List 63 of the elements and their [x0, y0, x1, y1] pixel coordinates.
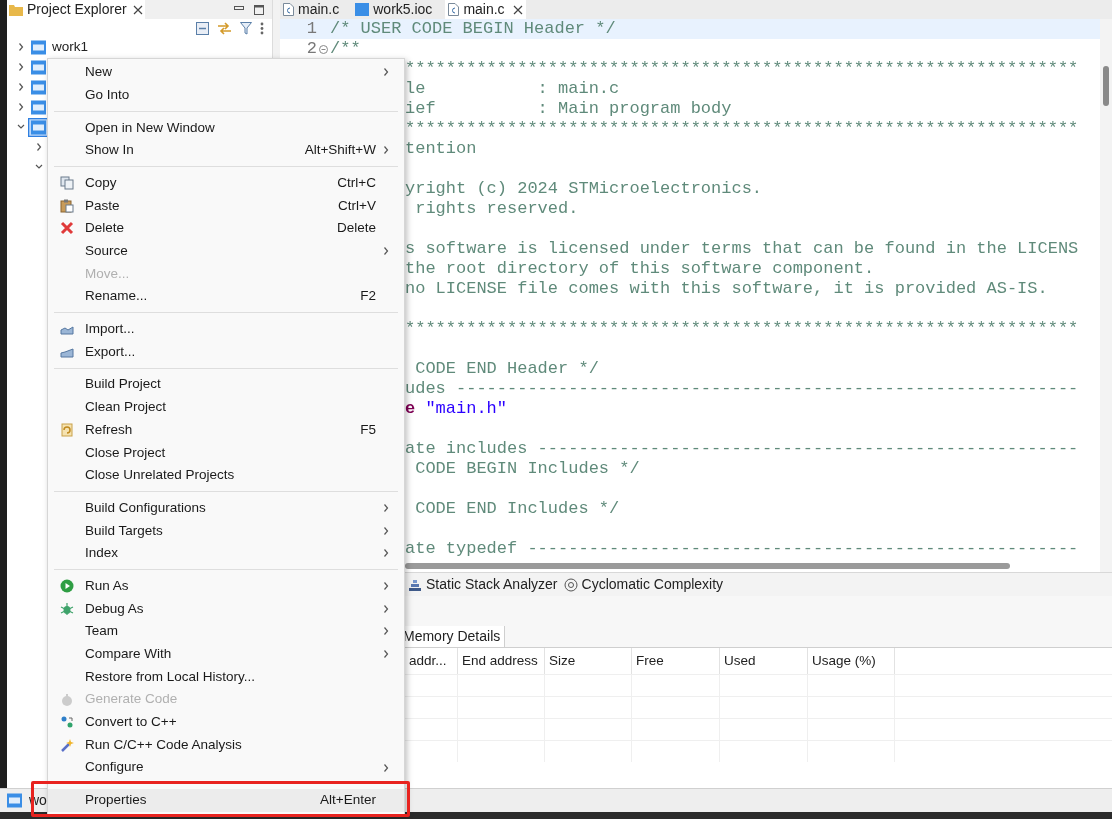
menu-item[interactable]: Import...: [48, 317, 404, 341]
editor-tab[interactable]: work5.ioc: [352, 0, 436, 19]
menu-item[interactable]: Open in New Window: [48, 116, 404, 140]
tree-item[interactable]: work1: [7, 37, 90, 57]
line-number: 2: [305, 39, 317, 59]
menu-item[interactable]: Build Project: [48, 373, 404, 396]
code-line: ate includes -----------------------------------------------------: [405, 439, 1079, 459]
code-line: ******************************************************************: [405, 119, 1079, 139]
code-line: CODE BEGIN Includes */: [414, 459, 640, 479]
code-line: CODE END Header */: [414, 359, 599, 379]
column-header[interactable]: End address: [458, 648, 545, 674]
menu-item[interactable]: Refresh F5: [48, 418, 404, 442]
code-line: ate typedef ------------------------------------------------------: [405, 539, 1079, 559]
menu-item[interactable]: Clean Project: [48, 395, 404, 419]
panel-tab[interactable]: Cyclomatic Complexity: [563, 574, 724, 595]
menu-item[interactable]: Team: [48, 620, 404, 643]
code-line: udes -------------------------------------------------------------: [405, 379, 1079, 399]
code-line: s software is licensed under terms that can be found in the LICENS: [405, 239, 1079, 259]
project-name: work1: [52, 37, 88, 56]
code-line: le : main.c: [405, 79, 620, 99]
menu-item[interactable]: Export...: [48, 340, 404, 364]
menu-item[interactable]: Configure: [48, 756, 404, 779]
menu-item[interactable]: Source: [48, 239, 404, 263]
code-line: rights reserved.: [414, 199, 579, 219]
code-line: e "main.h": [405, 399, 508, 419]
code-line: /**: [330, 39, 361, 59]
menu-item[interactable]: Go Into: [48, 83, 404, 107]
editor-tab[interactable]: main.c: [445, 0, 526, 19]
menu-item[interactable]: Debug As: [48, 597, 404, 621]
menu-item[interactable]: Index: [48, 542, 404, 565]
menu-item[interactable]: Build Targets: [48, 519, 404, 543]
code-line: the root directory of this software component.: [405, 259, 875, 279]
panel-tab[interactable]: Static Stack Analyzer: [408, 574, 558, 595]
menu-item[interactable]: Close Unrelated Projects: [48, 464, 404, 487]
editor-tab[interactable]: main.c: [280, 0, 343, 19]
menu-item[interactable]: Delete Delete: [48, 217, 404, 240]
code-line: ******************************************************************: [405, 59, 1079, 79]
menu-item[interactable]: Restore from Local History...: [48, 665, 404, 689]
column-header[interactable]: Used: [720, 648, 808, 674]
column-header[interactable]: Size: [545, 648, 632, 674]
code-line: CODE END Includes */: [414, 499, 620, 519]
code-line: ief : Main program body: [405, 99, 732, 119]
menu-item[interactable]: Paste Ctrl+V: [48, 194, 404, 218]
menu-item[interactable]: Show In Alt+Shift+W: [48, 139, 404, 162]
menu-item[interactable]: Run As: [48, 574, 404, 598]
column-header[interactable]: Usage (%): [808, 648, 895, 674]
menu-item[interactable]: Compare With: [48, 642, 404, 666]
menu-item[interactable]: Copy Ctrl+C: [48, 171, 404, 195]
menu-item[interactable]: Build Configurations: [48, 496, 404, 520]
code-line: ******************************************************************: [405, 319, 1079, 339]
line-number: 1: [305, 19, 317, 39]
code-line: no LICENSE file comes with this software, it is provided AS-IS.: [405, 279, 1048, 299]
menu-item[interactable]: Rename... F2: [48, 285, 404, 308]
menu-item[interactable]: New: [48, 61, 404, 84]
menu-item[interactable]: Properties Alt+Enter: [48, 788, 404, 812]
menu-item[interactable]: Close Project: [48, 441, 404, 464]
menu-item[interactable]: Run C/C++ Code Analysis: [48, 733, 404, 757]
view-title: Project Explorer: [27, 0, 127, 19]
code-line: /* USER CODE BEGIN Header */: [330, 19, 616, 39]
column-header[interactable]: Free: [632, 648, 720, 674]
code-line: yright (c) 2024 STMicroelectronics.: [405, 179, 763, 199]
code-line: tention: [405, 139, 477, 159]
menu-item[interactable]: Convert to C++: [48, 710, 404, 734]
